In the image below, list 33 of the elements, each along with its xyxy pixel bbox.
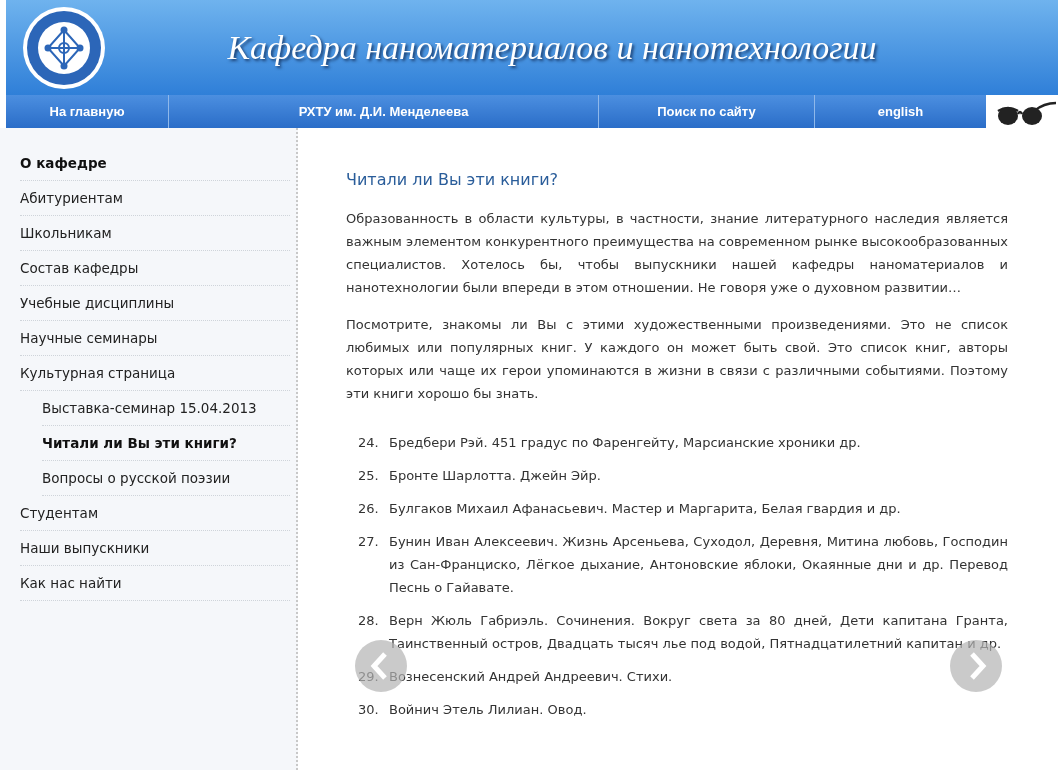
sidebar-item[interactable]: Состав кафедры xyxy=(20,251,290,286)
sidebar-item[interactable]: Школьникам xyxy=(20,216,290,251)
paragraph: Образованность в области культуры, в частности, знание литературного наследия является важным элементом конкурентного преимущества на современном рынке высокообразованных специалистов. Хотелось бы, чтобы выпускники нашей кафедры наноматериалов и нанотехнологии были впереди в этом отношении. Не говоря уже о духовном развитии… xyxy=(346,210,1008,297)
book-entry: Вознесенский Андрей Андреевич. Стихи. xyxy=(389,668,674,686)
sidebar-item[interactable]: Абитуриентам xyxy=(20,181,290,216)
nav-link[interactable]: english xyxy=(815,95,986,128)
list-number: 28. xyxy=(358,612,380,630)
list-number: 27. xyxy=(358,533,380,551)
sidebar-item[interactable]: О кафедре xyxy=(20,146,290,181)
book-entry: Верн Жюль Габриэль. Сочинения. Вокруг света за 80 дней, Дети капитана Гранта, Таинственный остров, Двадцать тысяч лье под водой, Пятнадцатилетний капитан и др. xyxy=(389,612,1008,653)
book-entry: Булгаков Михаил Афанасьевич. Мастер и Маргарита, Белая гвардия и др. xyxy=(389,500,902,518)
list-number: 29. xyxy=(358,668,380,686)
sidebar-item[interactable]: Учебные дисциплины xyxy=(20,286,290,321)
list-number: 26. xyxy=(358,500,380,518)
sidebar-item[interactable]: Вопросы о русской поэзии xyxy=(42,461,290,496)
page-heading: Читали ли Вы эти книги? xyxy=(346,169,559,191)
book-entry: Бредбери Рэй. 451 градус по Фаренгейту, Марсианские хроники др. xyxy=(389,434,862,452)
sidebar-item[interactable]: Культурная страница xyxy=(20,356,290,391)
list-number: 30. xyxy=(358,701,380,719)
book-entry: Войнич Этель Лилиан. Овод. xyxy=(389,701,588,719)
site-title: Кафедра наноматериалов и нанотехнологии xyxy=(226,28,878,67)
sidebar-item[interactable]: Наши выпускники xyxy=(20,531,290,566)
sidebar-item[interactable]: Выставка-семинар 15.04.2013 xyxy=(42,391,290,426)
sidebar-item[interactable]: Научные семинары xyxy=(20,321,290,356)
book-entry: Бунин Иван Алексеевич. Жизнь Арсеньева, Суходол, Деревня, Митина любовь, Господин из Сан-Франциско, Лёгкое дыхание, Антоновские яблоки, Окаянные дни и др. Перевод Песнь о Гайавате. xyxy=(389,533,1008,597)
list-number: 24. xyxy=(358,434,380,452)
sidebar-item[interactable]: Читали ли Вы эти книги? xyxy=(42,426,290,461)
book-entry: Бронте Шарлотта. Джейн Эйр. xyxy=(389,467,602,485)
list-number: 25. xyxy=(358,467,380,485)
nav-link[interactable]: Поиск по сайту xyxy=(599,95,815,128)
sidebar-item[interactable]: Как нас найти xyxy=(20,566,290,601)
paragraph: Посмотрите, знакомы ли Вы с этими художественными произведениями. Это не список любимых или популярных книг. У каждого он может быть свой. Это список книг, авторы которых или чаще их герои упоминаются в жизни в связи с различными событиями. Поэтому эти книги хорошо бы знать. xyxy=(346,316,1008,403)
sidebar-item[interactable]: Студентам xyxy=(20,496,290,531)
